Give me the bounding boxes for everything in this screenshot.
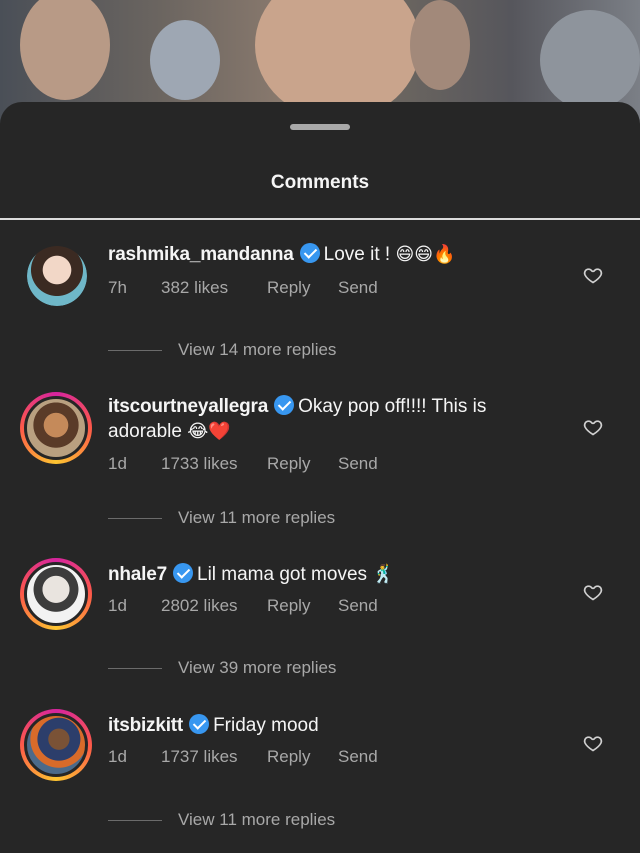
reply-button[interactable]: Reply	[267, 278, 338, 298]
comment-meta: 1d 1737 likes Reply Send	[108, 747, 378, 767]
comment-username[interactable]: itsbizkitt	[108, 715, 183, 736]
replies-line	[108, 349, 162, 351]
comment-time: 1d	[108, 747, 127, 766]
comment-time: 1d	[108, 596, 127, 615]
comment-emoji: 😂❤️	[187, 421, 231, 441]
avatar-story-ring[interactable]	[20, 392, 92, 464]
comment-meta: 1d 2802 likes Reply Send	[108, 596, 378, 616]
comment-likes[interactable]: 1737 likes	[161, 747, 267, 767]
video-figure	[150, 20, 220, 100]
send-button[interactable]: Send	[338, 747, 378, 767]
avatar-story-ring[interactable]	[20, 558, 92, 630]
heart-outline-icon[interactable]	[583, 733, 603, 753]
replies-line	[108, 819, 162, 821]
view-replies-label[interactable]: View 14 more replies	[178, 340, 336, 360]
verified-badge-icon	[299, 243, 320, 263]
video-figure	[410, 0, 470, 90]
sheet-title: Comments	[270, 172, 370, 193]
video-figure	[540, 10, 640, 110]
view-replies[interactable]: View 39 more replies	[108, 658, 336, 678]
comment-time: 1d	[108, 454, 127, 473]
avatar-story-ring[interactable]	[20, 709, 92, 781]
comment-username[interactable]: nhale7	[108, 564, 167, 585]
reply-button[interactable]: Reply	[267, 747, 338, 767]
header-divider	[0, 218, 640, 220]
view-replies-label[interactable]: View 11 more replies	[178, 508, 335, 528]
video-figure	[20, 0, 110, 100]
comments-sheet: Comments rashmika_mandanna Love it ! 😄😄🔥 …	[0, 102, 640, 853]
comment-body: rashmika_mandanna Love it ! 😄😄🔥	[108, 242, 548, 267]
verified-badge-icon	[173, 563, 193, 583]
send-button[interactable]: Send	[338, 454, 378, 474]
heart-outline-icon[interactable]	[583, 265, 603, 285]
verified-badge-icon	[189, 714, 210, 734]
comment-username[interactable]: itscourtneyallegra	[108, 396, 268, 417]
view-replies-label[interactable]: View 11 more replies	[178, 810, 335, 830]
reply-button[interactable]: Reply	[267, 454, 338, 474]
heart-outline-icon[interactable]	[583, 417, 603, 437]
view-replies[interactable]: View 14 more replies	[108, 340, 336, 360]
reply-button[interactable]: Reply	[267, 596, 338, 616]
comment-body: nhale7 Lil mama got moves 🕺	[108, 562, 548, 587]
send-button[interactable]: Send	[338, 596, 378, 616]
comment-text: Friday mood	[213, 715, 319, 736]
replies-line	[108, 517, 162, 519]
comment-username[interactable]: rashmika_mandanna	[108, 244, 294, 265]
instagram-comments-screen: Comments rashmika_mandanna Love it ! 😄😄🔥 …	[0, 0, 640, 853]
avatar[interactable]	[27, 246, 87, 306]
comment-likes[interactable]: 382 likes	[161, 278, 267, 298]
send-button[interactable]: Send	[338, 278, 378, 298]
view-replies-label[interactable]: View 39 more replies	[178, 658, 336, 678]
verified-badge-icon	[274, 395, 295, 415]
view-replies[interactable]: View 11 more replies	[108, 810, 335, 830]
comment-emoji: 😄😄🔥	[395, 244, 456, 264]
comment-meta: 1d 1733 likes Reply Send	[108, 454, 378, 474]
comment-emoji: 🕺	[372, 564, 395, 584]
comment-body: itscourtneyallegra Okay pop off!!!! This …	[108, 394, 548, 444]
comment-meta: 7h 382 likes Reply Send	[108, 278, 378, 298]
view-replies[interactable]: View 11 more replies	[108, 508, 335, 528]
comment-likes[interactable]: 2802 likes	[161, 596, 267, 616]
replies-line	[108, 667, 162, 669]
comment-time: 7h	[108, 278, 127, 297]
comment-text: Lil mama got moves	[197, 564, 373, 585]
heart-outline-icon[interactable]	[583, 582, 603, 602]
drag-handle[interactable]	[290, 124, 350, 130]
comment-likes[interactable]: 1733 likes	[161, 454, 267, 474]
comment-text: Love it !	[323, 244, 396, 265]
comment-body: itsbizkitt Friday mood	[108, 713, 548, 738]
